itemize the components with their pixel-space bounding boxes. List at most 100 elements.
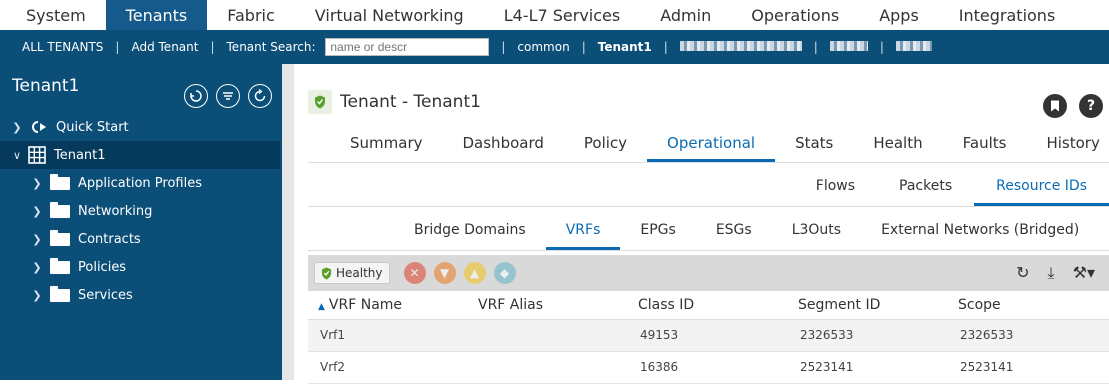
divider — [308, 206, 1109, 207]
sidebar-title: Tenant1 — [12, 76, 80, 96]
nav-virtual-networking[interactable]: Virtual Networking — [295, 0, 484, 30]
separator: | — [501, 40, 506, 54]
quick-start-icon — [30, 120, 48, 134]
nav-system[interactable]: System — [0, 0, 106, 30]
tab-summary[interactable]: Summary — [330, 128, 443, 162]
tab-faults[interactable]: Faults — [943, 128, 1027, 162]
tree-item-tenant1[interactable]: ∨ Tenant1 — [0, 141, 280, 169]
history-icon[interactable] — [184, 84, 208, 108]
table-row[interactable]: Vrf1 49153 2326533 2326533 — [308, 319, 1109, 352]
cell-class-id: 16386 — [628, 351, 788, 384]
folder-icon — [50, 173, 70, 190]
tree-item-quick-start[interactable]: ❯ Quick Start — [0, 113, 280, 141]
cell-segment-id: 2326533 — [788, 319, 948, 352]
chevron-right-icon[interactable]: ❯ — [30, 205, 44, 218]
download-icon[interactable]: ⤓ — [1048, 263, 1055, 283]
redacted-tenant-link[interactable] — [886, 40, 942, 54]
folder-icon — [50, 257, 70, 274]
tenant-subnav: ALL TENANTS | Add Tenant | Tenant Search… — [0, 30, 1109, 64]
tab-l3outs[interactable]: L3Outs — [772, 216, 861, 250]
tenant-search-input[interactable] — [325, 38, 490, 56]
tab-external-networks-bridged[interactable]: External Networks (Bridged) — [861, 216, 1099, 250]
tab-dashboard[interactable]: Dashboard — [443, 128, 564, 162]
tab-operational[interactable]: Operational — [647, 128, 776, 162]
tree-item-label: Contracts — [78, 231, 141, 247]
tab-history[interactable]: History — [1026, 128, 1109, 162]
chevron-right-icon[interactable]: ❯ — [30, 261, 44, 274]
minor-faults-icon[interactable]: ▲ — [463, 262, 486, 284]
vrf-table: ▲ VRF Name VRF Alias Class ID Segment ID … — [308, 291, 1109, 384]
chevron-right-icon[interactable]: ❯ — [30, 177, 44, 190]
bookmark-icon[interactable] — [1043, 94, 1067, 118]
toolbar-actions: ↻ ⤓ ⚒▾ — [1016, 263, 1095, 283]
nav-admin[interactable]: Admin — [640, 0, 731, 30]
shield-icon — [321, 267, 332, 279]
help-icon[interactable]: ? — [1079, 94, 1103, 118]
column-header-vrf-name[interactable]: ▲ VRF Name — [308, 291, 468, 320]
nav-integrations[interactable]: Integrations — [939, 0, 1076, 30]
tab-vrfs[interactable]: VRFs — [545, 216, 621, 250]
major-faults-icon[interactable]: ▼ — [433, 262, 456, 284]
tree-item-application-profiles[interactable]: ❯ Application Profiles — [0, 169, 280, 197]
navigation-sidebar: Tenant1 ❯ Quick Start ∨ Tenant1 ❯ Applic… — [0, 64, 282, 380]
divider — [308, 162, 1109, 163]
separator: | — [115, 40, 120, 54]
building-icon — [28, 146, 46, 164]
tab-epgs[interactable]: EPGs — [620, 216, 695, 250]
cell-vrf-alias — [468, 351, 628, 384]
chevron-right-icon[interactable]: ❯ — [30, 233, 44, 246]
chevron-down-icon[interactable]: ∨ — [10, 149, 24, 162]
tenant1-link[interactable]: Tenant1 — [588, 40, 662, 54]
separator: | — [813, 40, 818, 54]
column-header-vrf-alias[interactable]: VRF Alias — [468, 291, 628, 320]
sort-ascending-icon[interactable]: ▲ — [318, 302, 325, 312]
column-header-scope[interactable]: Scope — [948, 291, 1109, 320]
tab-flows[interactable]: Flows — [794, 172, 877, 206]
tree-item-label: Services — [78, 287, 133, 303]
nav-l4-l7-services[interactable]: L4-L7 Services — [484, 0, 641, 30]
cell-class-id: 49153 — [628, 319, 788, 352]
list-filter-icon[interactable] — [216, 84, 240, 108]
redacted-tenant-link[interactable] — [670, 40, 812, 54]
tab-health[interactable]: Health — [853, 128, 942, 162]
separator: | — [879, 40, 884, 54]
chevron-right-icon[interactable]: ❯ — [30, 289, 44, 302]
all-tenants-link[interactable]: ALL TENANTS — [0, 40, 113, 54]
shield-icon — [308, 90, 332, 114]
folder-icon — [50, 201, 70, 218]
health-status-badge[interactable]: Healthy — [314, 262, 390, 284]
tenant-common-link[interactable]: common — [507, 40, 579, 54]
tree-item-contracts[interactable]: ❯ Contracts — [0, 225, 280, 253]
health-status-label: Healthy — [336, 266, 383, 280]
refresh-icon[interactable]: ↻ — [1016, 263, 1029, 283]
nav-fabric[interactable]: Fabric — [207, 0, 295, 30]
redacted-tenant-link[interactable] — [820, 40, 878, 54]
column-header-class-id[interactable]: Class ID — [628, 291, 788, 320]
tree-item-services[interactable]: ❯ Services — [0, 281, 280, 309]
nav-operations[interactable]: Operations — [731, 0, 859, 30]
tab-bridge-domains[interactable]: Bridge Domains — [394, 216, 546, 250]
tools-dropdown-icon[interactable]: ⚒▾ — [1073, 263, 1095, 283]
critical-faults-icon[interactable]: ✕ — [403, 262, 426, 284]
tab-stats[interactable]: Stats — [775, 128, 853, 162]
tree-item-networking[interactable]: ❯ Networking — [0, 197, 280, 225]
warning-faults-icon[interactable]: ◆ — [493, 262, 516, 284]
table-header-row: ▲ VRF Name VRF Alias Class ID Segment ID … — [308, 291, 1109, 320]
table-toolbar: Healthy ✕ ▼ ▲ ◆ ↻ ⤓ ⚒▾ — [308, 255, 1109, 291]
column-header-segment-id[interactable]: Segment ID — [788, 291, 948, 320]
tree-item-policies[interactable]: ❯ Policies — [0, 253, 280, 281]
add-tenant-link[interactable]: Add Tenant — [121, 40, 208, 54]
table-row[interactable]: Vrf2 16386 2523141 2523141 — [308, 351, 1109, 384]
folder-icon — [50, 229, 70, 246]
nav-apps[interactable]: Apps — [859, 0, 939, 30]
cell-segment-id: 2523141 — [788, 351, 948, 384]
nav-tenants[interactable]: Tenants — [105, 0, 208, 30]
refresh-icon[interactable] — [248, 84, 272, 108]
chevron-right-icon[interactable]: ❯ — [10, 121, 24, 134]
tab-esgs[interactable]: ESGs — [696, 216, 772, 250]
tab-policy[interactable]: Policy — [564, 128, 647, 162]
tab-resource-ids[interactable]: Resource IDs — [974, 172, 1109, 206]
resource-id-tabs: Bridge Domains VRFs EPGs ESGs L3Outs Ext… — [394, 216, 1109, 250]
tab-packets[interactable]: Packets — [877, 172, 974, 206]
main-tabs: Summary Dashboard Policy Operational Sta… — [330, 128, 1109, 162]
